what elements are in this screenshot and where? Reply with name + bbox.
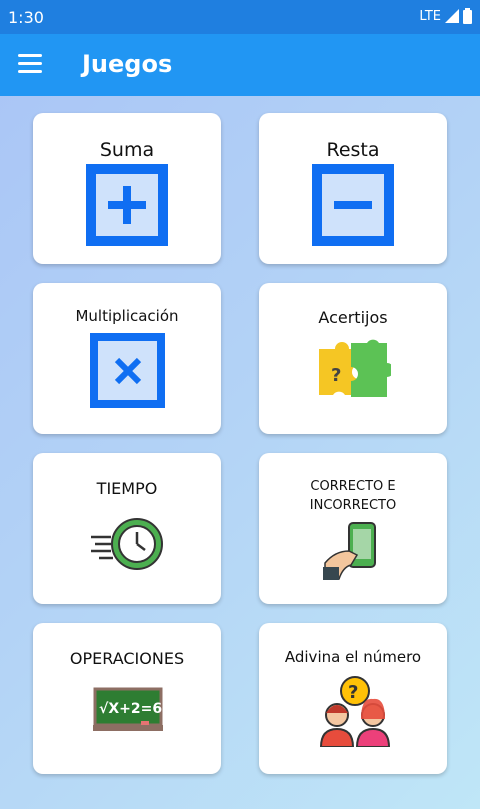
- card-label: Resta: [326, 139, 380, 161]
- svg-text:?: ?: [331, 365, 341, 386]
- card-adivina-numero[interactable]: Adivina el número ?: [259, 623, 447, 774]
- battery-icon: [463, 8, 472, 24]
- plus-icon: [86, 164, 168, 246]
- chalkboard-icon: √X+2=6: [93, 687, 163, 731]
- svg-text:?: ?: [348, 682, 358, 703]
- status-bar: 1:30 LTE: [0, 0, 480, 34]
- network-label: LTE: [419, 8, 441, 24]
- minus-icon: [312, 164, 394, 246]
- chalkboard-text: √X+2=6: [99, 701, 162, 717]
- menu-icon[interactable]: [18, 54, 42, 74]
- multiply-icon: [90, 333, 165, 408]
- card-multiplicacion[interactable]: Multiplicación: [33, 283, 221, 434]
- card-label: OPERACIONES: [69, 649, 185, 668]
- card-tiempo[interactable]: TIEMPO: [33, 453, 221, 604]
- phone-hand-icon: [323, 522, 376, 580]
- page-title: Juegos: [82, 50, 173, 78]
- card-label: TIEMPO: [96, 479, 158, 498]
- signal-icon: [445, 9, 459, 23]
- app-bar: Juegos: [0, 34, 480, 96]
- card-label: Adivina el número: [284, 648, 422, 666]
- card-label: CORRECTO E INCORRECTO: [309, 479, 397, 513]
- guess-people-icon: ?: [319, 676, 391, 747]
- card-correcto-incorrecto[interactable]: CORRECTO E INCORRECTO: [259, 453, 447, 604]
- card-resta[interactable]: Resta: [259, 113, 447, 264]
- card-label: Suma: [99, 139, 155, 161]
- status-time: 1:30: [8, 8, 44, 27]
- card-suma[interactable]: Suma: [33, 113, 221, 264]
- card-acertijos[interactable]: Acertijos ?: [259, 283, 447, 434]
- card-label: Multiplicación: [75, 307, 179, 325]
- clock-icon: [91, 518, 163, 570]
- puzzle-icon: ?: [319, 339, 391, 397]
- card-label: Acertijos: [318, 308, 388, 327]
- card-operaciones[interactable]: OPERACIONES √X+2=6: [33, 623, 221, 774]
- status-icons: LTE: [419, 8, 472, 24]
